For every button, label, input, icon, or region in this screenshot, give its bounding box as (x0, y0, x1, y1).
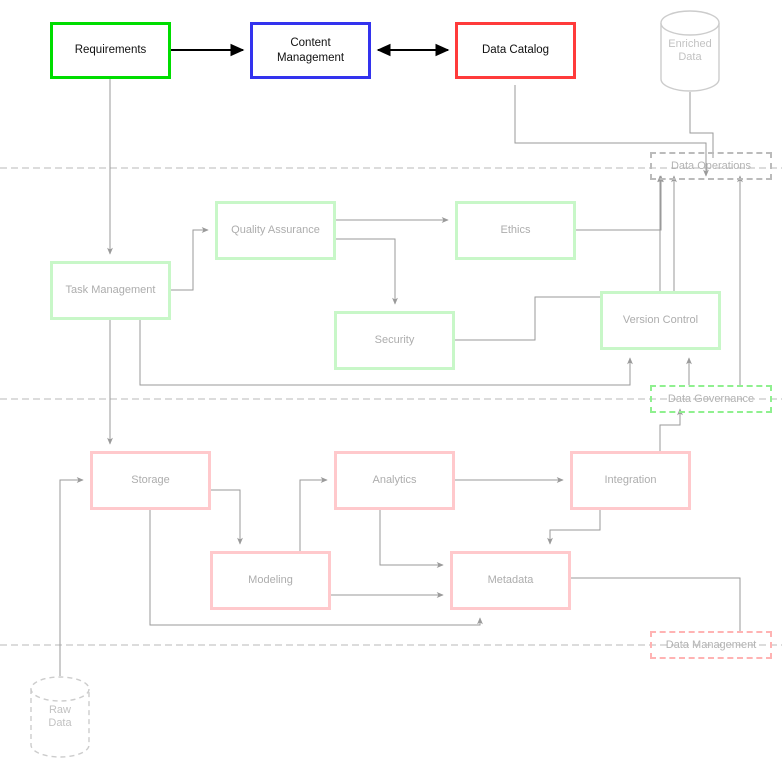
datastore-label: Raw Data (48, 703, 72, 729)
node-label: Modeling (248, 573, 293, 586)
node-label: Analytics (372, 473, 417, 486)
datastore-enriched-data[interactable]: Enriched Data (660, 10, 720, 92)
node-label: Integration (604, 473, 657, 486)
node-storage[interactable]: Storage (90, 451, 211, 510)
node-analytics[interactable]: Analytics (334, 451, 455, 510)
node-label: Task Management (65, 283, 156, 296)
node-label: Quality Assurance (231, 223, 320, 236)
node-label: Data Catalog (481, 44, 550, 57)
gray-edges (59, 79, 743, 676)
node-label: Content Management (276, 37, 345, 64)
diagram-canvas: Requirements Content Management Data Cat… (0, 0, 782, 761)
datastore-label: Enriched Data (668, 37, 712, 63)
node-integration[interactable]: Integration (570, 451, 691, 510)
node-quality-assurance[interactable]: Quality Assurance (215, 201, 336, 260)
node-modeling[interactable]: Modeling (210, 551, 331, 610)
node-task-management[interactable]: Task Management (50, 261, 171, 320)
node-content-management[interactable]: Content Management (250, 22, 371, 79)
node-label: Requirements (74, 44, 147, 57)
datastore-raw-data[interactable]: Raw Data (30, 676, 90, 758)
group-label: Data Management (665, 639, 757, 651)
node-label: Security (374, 333, 415, 346)
node-data-catalog[interactable]: Data Catalog (455, 22, 576, 79)
node-ethics[interactable]: Ethics (455, 201, 576, 260)
node-label: Version Control (622, 313, 699, 326)
node-security[interactable]: Security (334, 311, 455, 370)
group-label: Data Operations (670, 160, 752, 172)
group-data-operations[interactable]: Data Operations (650, 152, 772, 180)
node-label: Metadata (487, 573, 534, 586)
node-label: Ethics (500, 223, 531, 236)
node-metadata[interactable]: Metadata (450, 551, 571, 610)
node-requirements[interactable]: Requirements (50, 22, 171, 79)
group-label: Data Governance (667, 393, 755, 405)
node-version-control[interactable]: Version Control (600, 291, 721, 350)
node-label: Storage (131, 473, 170, 486)
group-data-governance[interactable]: Data Governance (650, 385, 772, 413)
group-data-management[interactable]: Data Management (650, 631, 772, 659)
